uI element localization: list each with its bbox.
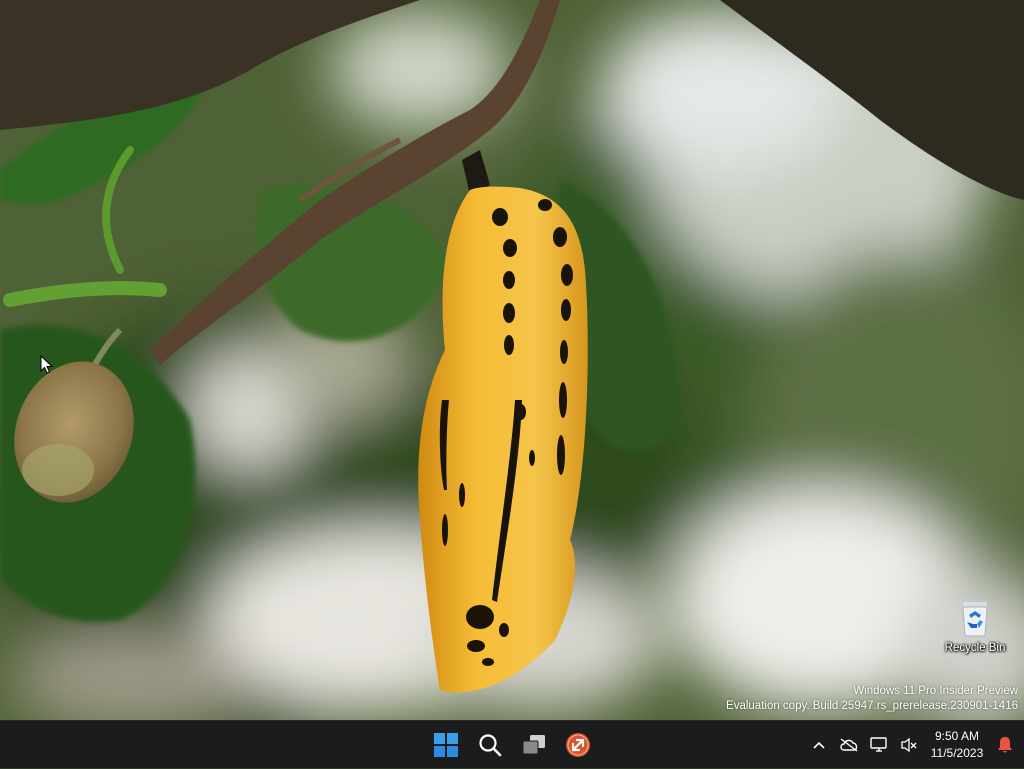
desktop-icon-recycle-bin[interactable]: Recycle Bin: [940, 598, 1010, 664]
chevron-up-icon: [813, 741, 825, 749]
mouse-cursor-icon: [40, 355, 54, 374]
network-button[interactable]: [864, 725, 894, 765]
clock-button[interactable]: 9:50 AM 11/5/2023: [924, 725, 990, 765]
remote-desktop-button[interactable]: [556, 725, 600, 765]
system-tray: 9:50 AM 11/5/2023: [804, 721, 1024, 769]
task-view-icon: [522, 735, 545, 755]
volume-button[interactable]: [894, 725, 924, 765]
clock-date: 11/5/2023: [930, 746, 984, 760]
notifications-button[interactable]: [990, 725, 1020, 765]
recycle-bin-icon: [962, 602, 988, 637]
taskbar-apps: [424, 721, 600, 769]
show-hidden-icons-button[interactable]: [804, 725, 834, 765]
desktop-wallpaper: [0, 0, 1024, 720]
windows-logo-icon: [434, 733, 458, 757]
recycle-bin-label: Recycle Bin: [944, 642, 1006, 654]
onedrive-button[interactable]: [834, 725, 864, 765]
network-icon: [870, 737, 887, 752]
remote-desktop-icon: [566, 733, 590, 757]
clock-time: 9:50 AM: [934, 729, 980, 743]
task-view-button[interactable]: [512, 725, 556, 765]
start-button[interactable]: [424, 725, 468, 765]
watermark-line-1: Windows 11 Pro Insider Preview: [853, 685, 1018, 697]
chrysalis-photo: [0, 0, 1024, 720]
build-watermark: Windows 11 Pro Insider Preview Evaluatio…: [726, 684, 1018, 714]
search-icon: [479, 734, 502, 757]
bell-icon: [998, 737, 1012, 753]
cloud-off-icon: [840, 738, 858, 752]
volume-muted-icon: [901, 737, 917, 753]
taskbar: 9:50 AM 11/5/2023: [0, 720, 1024, 768]
search-button[interactable]: [468, 725, 512, 765]
watermark-line-2: Evaluation copy. Build 25947.rs_prerelea…: [726, 700, 1018, 712]
